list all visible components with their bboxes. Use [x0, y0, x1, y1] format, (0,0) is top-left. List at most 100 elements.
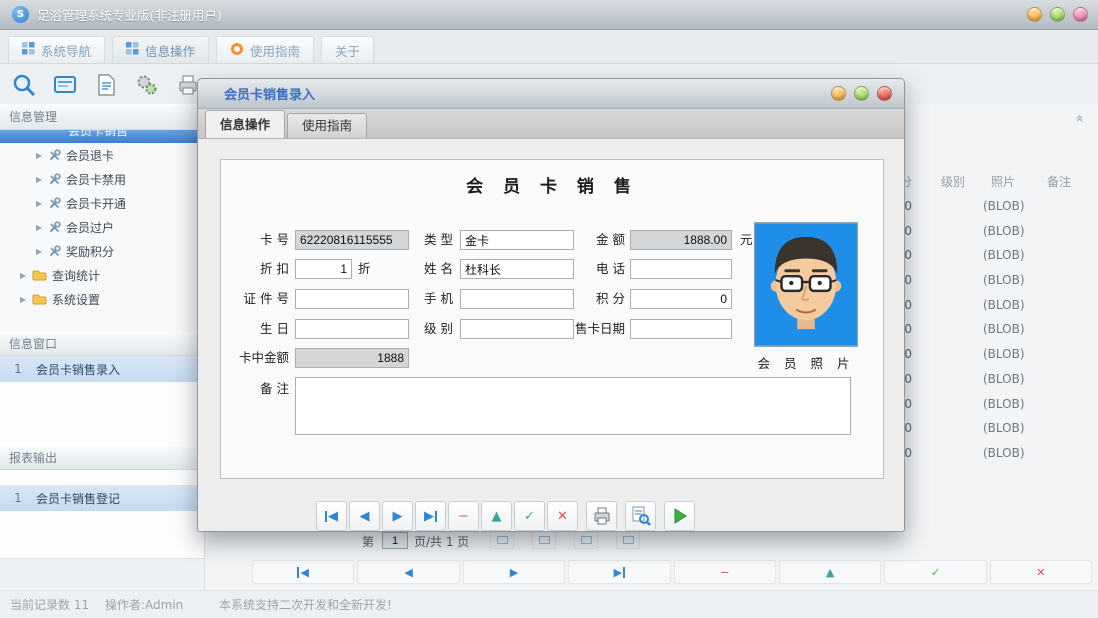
- dialog-tab-info-ops[interactable]: 信息操作: [205, 110, 286, 138]
- tree-folder-system-settings[interactable]: ▶ 系统设置: [0, 287, 204, 311]
- discount-field[interactable]: [295, 259, 352, 279]
- document-button[interactable]: [90, 69, 122, 101]
- member-photo[interactable]: [754, 222, 858, 347]
- phone-field[interactable]: [630, 259, 732, 279]
- next-record-button[interactable]: ▶: [382, 501, 413, 531]
- card-balance-field[interactable]: [295, 348, 409, 368]
- card-balance-label: 卡中金额: [238, 350, 289, 365]
- dialog-minimize-button[interactable]: [831, 86, 846, 101]
- last-record-button[interactable]: ▶: [415, 501, 446, 531]
- tree-item-member-transfer[interactable]: ▶ 会员过户: [0, 215, 204, 239]
- sale-date-field[interactable]: [630, 319, 732, 339]
- ribbon-tab-guide[interactable]: 使用指南: [216, 36, 315, 63]
- remark-textarea[interactable]: [295, 377, 851, 435]
- prev-record-icon: ◀: [359, 508, 370, 524]
- points-field[interactable]: [630, 289, 732, 309]
- record-count-text: 当前记录数 11: [10, 598, 90, 612]
- preview-button[interactable]: [625, 501, 656, 531]
- tree-item-card-disable[interactable]: ▶ 会员卡禁用: [0, 167, 204, 191]
- minimize-button[interactable]: [1027, 7, 1042, 22]
- pager-prefix: 第: [362, 535, 375, 549]
- ribbon-tab-about[interactable]: 关于: [321, 36, 375, 63]
- triangle-up-icon: ▲: [825, 565, 835, 579]
- nav-next-button[interactable]: ▶: [462, 560, 566, 584]
- nav-cancel-button[interactable]: ✕: [989, 560, 1092, 584]
- next-record-icon: ▶: [392, 508, 403, 524]
- bottom-nav-bar: ◀ ◀ ▶ ▶ − ▲ ✓ ✕: [252, 560, 1092, 584]
- chevron-right-icon[interactable]: ▶: [36, 151, 46, 160]
- page-number-input[interactable]: [382, 532, 408, 549]
- chevron-right-icon[interactable]: ▶: [36, 223, 46, 232]
- ribbon-tab-system-nav[interactable]: 系统导航: [8, 36, 106, 63]
- report-item-card-sales-register[interactable]: 1 会员卡销售登记: [0, 485, 204, 511]
- tree-item-card-refund[interactable]: ▶ 会员退卡: [0, 143, 204, 167]
- settings-button[interactable]: [131, 69, 163, 101]
- nav-prev-button[interactable]: ◀: [357, 560, 460, 584]
- mobile-field[interactable]: [460, 289, 574, 309]
- name-field[interactable]: [460, 259, 574, 279]
- cell-photo: (BLOB): [983, 248, 1025, 263]
- sale-date-label: 售卡日期: [574, 321, 625, 336]
- nav-delete-button[interactable]: −: [673, 560, 776, 584]
- panel-header-info-window[interactable]: 信息窗口: [0, 332, 204, 356]
- pager-tool-button[interactable]: [490, 531, 514, 549]
- dialog-tab-guide[interactable]: 使用指南: [287, 113, 368, 138]
- birthday-label: 生 日: [260, 321, 289, 336]
- minus-icon: −: [458, 508, 469, 524]
- card-type-field[interactable]: [460, 230, 574, 250]
- post-edit-button[interactable]: ✓: [514, 501, 545, 531]
- nav-post-button[interactable]: ✓: [884, 560, 987, 584]
- chevron-right-icon[interactable]: ▶: [20, 295, 30, 304]
- id-no-field[interactable]: [295, 289, 409, 309]
- column-header-level[interactable]: 级别: [941, 170, 965, 194]
- search-button[interactable]: [8, 69, 40, 101]
- close-button[interactable]: [1073, 7, 1088, 22]
- nav-last-button[interactable]: ▶: [568, 560, 671, 584]
- cancel-edit-button[interactable]: ✕: [547, 501, 578, 531]
- ribbon-tab-info-ops[interactable]: 信息操作: [112, 36, 210, 63]
- tree-item-reward-points[interactable]: ▶ 奖励积分: [0, 239, 204, 263]
- column-header-note[interactable]: 备注: [1047, 170, 1071, 194]
- panel-header-info-management[interactable]: 信息管理: [0, 104, 204, 130]
- edit-record-button[interactable]: ▲: [481, 501, 512, 531]
- tree-item-card-sales[interactable]: 会员卡销售: [0, 130, 204, 143]
- card-no-field[interactable]: [295, 230, 409, 250]
- chevron-right-icon[interactable]: ▶: [36, 175, 46, 184]
- pager-tool-button[interactable]: [574, 531, 598, 549]
- discount-unit: 折: [358, 261, 371, 276]
- column-header-photo[interactable]: 照片: [991, 170, 1015, 194]
- maximize-button[interactable]: [1050, 7, 1065, 22]
- titlebar: S 足浴管理系统专业版(非注册用户): [0, 0, 1098, 30]
- prev-record-button[interactable]: ◀: [349, 501, 380, 531]
- dialog-maximize-button[interactable]: [854, 86, 869, 101]
- dialog-close-button[interactable]: [877, 86, 892, 101]
- operator-text: 操作者:Admin: [105, 598, 184, 612]
- nav-edit-button[interactable]: ▲: [778, 560, 882, 584]
- print-button[interactable]: [586, 501, 617, 531]
- tree-folder-query-stats[interactable]: ▶ 查询统计: [0, 263, 204, 287]
- amount-field[interactable]: [630, 230, 732, 250]
- form-title: 会 员 卡 销 售: [466, 177, 638, 197]
- pager-tool-button[interactable]: [532, 531, 556, 549]
- first-record-button[interactable]: ◀: [316, 501, 347, 531]
- panel-header-report-output[interactable]: 报表输出: [0, 446, 204, 470]
- level-field[interactable]: [460, 319, 574, 339]
- info-window-item-card-sales-entry[interactable]: 1 会员卡销售录入: [0, 356, 204, 382]
- chevron-right-icon[interactable]: ▶: [36, 199, 46, 208]
- pager-tool-button[interactable]: [616, 531, 640, 549]
- ribbon-tab-label: 信息操作: [145, 43, 196, 59]
- collapse-panel-button[interactable]: «: [1070, 110, 1088, 126]
- member-photo-caption: 会 员 照 片: [757, 356, 855, 371]
- nav-first-button[interactable]: ◀: [252, 560, 355, 584]
- amount-label: 金 额: [596, 232, 625, 247]
- chevron-right-icon[interactable]: ▶: [36, 247, 46, 256]
- execute-button[interactable]: [664, 501, 695, 531]
- member-card-button[interactable]: [49, 69, 81, 101]
- delete-record-button[interactable]: −: [448, 501, 479, 531]
- pager-tool-icon: [538, 536, 550, 544]
- tree-item-label: 会员卡销售: [68, 130, 129, 138]
- birthday-field[interactable]: [295, 319, 409, 339]
- tree-item-card-activate[interactable]: ▶ 会员卡开通: [0, 191, 204, 215]
- record-navigator: ◀ ◀ ▶ ▶ − ▲ ✓ ✕: [316, 501, 695, 531]
- chevron-right-icon[interactable]: ▶: [20, 271, 30, 280]
